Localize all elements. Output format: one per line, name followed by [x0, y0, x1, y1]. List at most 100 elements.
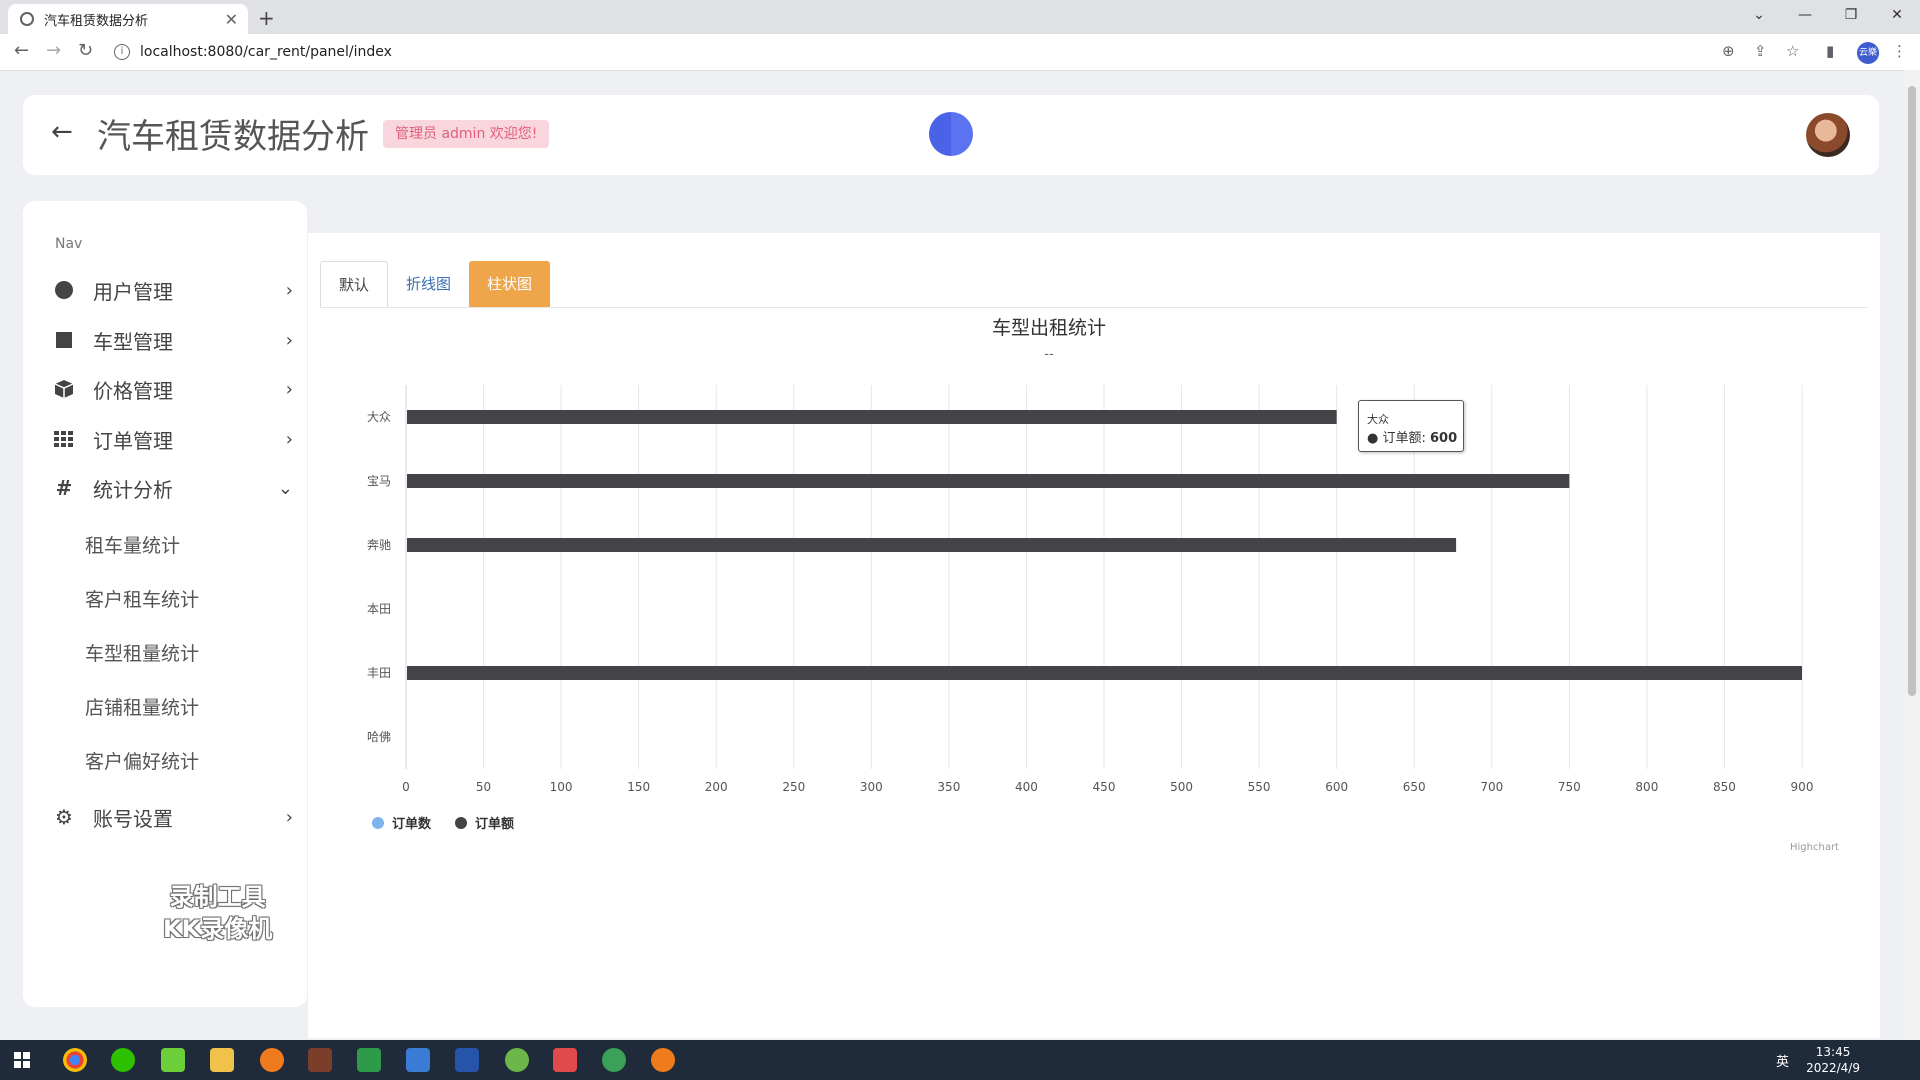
sidebar-subitem-rental-volume[interactable]: 租车量统计: [85, 531, 180, 558]
close-tab-icon[interactable]: ✕: [225, 10, 238, 29]
sidebar-item-price-management[interactable]: 价格管理 ›: [53, 374, 293, 404]
tab-search-icon[interactable]: ⌄: [1736, 0, 1782, 34]
y-category-label: 丰田: [367, 666, 391, 680]
bar-order-amount: [407, 666, 1802, 680]
x-tick-label: 350: [937, 780, 960, 794]
theme-toggle-icon[interactable]: [929, 112, 973, 156]
info-icon[interactable]: i: [114, 44, 130, 60]
square-icon: [53, 329, 75, 351]
y-category-label: 大众: [367, 410, 391, 424]
sidebar-item-account-settings[interactable]: ⚙ 账号设置 ›: [53, 802, 293, 832]
back-arrow-icon[interactable]: ←: [51, 117, 73, 147]
sidebar-item-statistics[interactable]: # 统计分析 ⌄: [53, 473, 293, 503]
menu-kebab-icon[interactable]: ⋮: [1892, 42, 1907, 60]
x-tick-label: 250: [782, 780, 805, 794]
new-tab-icon[interactable]: +: [258, 6, 275, 30]
user-avatar[interactable]: [1806, 113, 1850, 157]
x-tick-label: 850: [1713, 780, 1736, 794]
tooltip-category: 大众: [1367, 413, 1389, 426]
bookmark-star-icon[interactable]: ☆: [1786, 42, 1799, 60]
chrome-taskbar-icon[interactable]: [63, 1048, 87, 1072]
sidebar-item-user-management[interactable]: 用户管理 ›: [53, 275, 293, 305]
app4-taskbar-icon[interactable]: [553, 1048, 577, 1072]
x-tick-label: 100: [550, 780, 573, 794]
system-clock[interactable]: 13:45 2022/4/9: [1806, 1044, 1860, 1076]
close-window-icon[interactable]: ✕: [1874, 0, 1920, 34]
page-title: 汽车租赁数据分析: [97, 117, 369, 157]
chevron-right-icon: ›: [285, 806, 293, 828]
y-category-label: 宝马: [367, 474, 391, 488]
notepad-taskbar-icon[interactable]: [357, 1048, 381, 1072]
side-panel-icon[interactable]: ▮: [1826, 42, 1834, 60]
bar-order-amount: [407, 474, 1570, 488]
spring-taskbar-icon[interactable]: [505, 1048, 529, 1072]
zoom-icon[interactable]: ⊕: [1722, 42, 1735, 60]
sidebar-subitem-customer-preference[interactable]: 客户偏好统计: [85, 747, 199, 774]
sidebar-item-label: 订单管理: [93, 428, 173, 453]
chevron-right-icon: ›: [285, 329, 293, 351]
watermark-line: KK录像机: [163, 915, 273, 943]
legend-item-order-count[interactable]: 订单数: [372, 813, 431, 832]
sidebar-item-order-management[interactable]: 订单管理 ›: [53, 424, 293, 454]
hash-icon: #: [55, 476, 73, 500]
chevron-right-icon: ›: [285, 378, 293, 400]
back-nav-icon[interactable]: ←: [14, 40, 29, 61]
x-tick-label: 50: [476, 780, 491, 794]
forward-nav-icon[interactable]: →: [46, 40, 61, 61]
sidebar-subitem-car-type-rental[interactable]: 车型租量统计: [85, 639, 199, 666]
sidebar-item-label: 车型管理: [93, 329, 173, 354]
app2-taskbar-icon[interactable]: [406, 1048, 430, 1072]
gear-icon: ⚙: [55, 805, 73, 829]
sidebar-subitem-store-rental[interactable]: 店铺租量统计: [85, 693, 199, 720]
grid-icon: [53, 428, 75, 450]
windows-start-icon[interactable]: [14, 1052, 30, 1068]
chevron-down-icon: ⌄: [277, 477, 293, 499]
sidebar-item-car-type-management[interactable]: 车型管理 ›: [53, 325, 293, 355]
search-taskbar-icon[interactable]: [260, 1048, 284, 1072]
sidebar-item-label: 统计分析: [93, 477, 173, 502]
app3-taskbar-icon[interactable]: [455, 1048, 479, 1072]
profile-avatar[interactable]: 云樂: [1857, 42, 1879, 64]
url-field[interactable]: i localhost:8080/car_rent/panel/index: [108, 39, 1788, 65]
browser-tab[interactable]: 汽车租赁数据分析 ✕: [8, 4, 248, 34]
intellij-taskbar-icon[interactable]: [308, 1048, 332, 1072]
recorder-watermark: 录制工具 KK录像机: [163, 881, 272, 945]
globe-icon: [20, 12, 34, 26]
nav-label: Nav: [55, 236, 83, 252]
url-text: localhost:8080/car_rent/panel/index: [140, 44, 392, 60]
restore-icon[interactable]: ❐: [1828, 0, 1874, 34]
browser-tabbar: 汽车租赁数据分析 ✕ + ⌄ — ❐ ✕: [0, 0, 1920, 34]
wechat-taskbar-icon[interactable]: [111, 1048, 135, 1072]
tooltip-series: 订单额: [1382, 431, 1422, 446]
browser2-taskbar-icon[interactable]: [602, 1048, 626, 1072]
sidebar: Nav 用户管理 › 车型管理 › 价格管理 › 订单管理 › # 统计分析 ⌄…: [23, 201, 307, 1007]
chevron-right-icon: ›: [285, 279, 293, 301]
legend-item-order-amount[interactable]: 订单额: [455, 813, 514, 832]
sidebar-subitem-customer-rental[interactable]: 客户租车统计: [85, 585, 199, 612]
page-header: ← 汽车租赁数据分析 管理员 admin 欢迎您!: [23, 95, 1879, 175]
chart-credit[interactable]: Highchart: [1790, 842, 1839, 853]
page-scrollbar[interactable]: [1904, 70, 1920, 1040]
x-tick-label: 550: [1248, 780, 1271, 794]
address-bar-row: ← → ↻ i localhost:8080/car_rent/panel/in…: [0, 34, 1920, 71]
x-tick-label: 300: [860, 780, 883, 794]
admin-badge: 管理员 admin 欢迎您!: [383, 120, 550, 148]
minimize-icon[interactable]: —: [1782, 0, 1828, 34]
reload-icon[interactable]: ↻: [78, 40, 93, 61]
tooltip-value: 600: [1430, 431, 1458, 446]
ime-indicator[interactable]: 英: [1776, 1051, 1789, 1070]
browser-tab-title: 汽车租赁数据分析: [44, 13, 149, 29]
bar-order-amount: [407, 538, 1457, 552]
folder-taskbar-icon[interactable]: [210, 1048, 234, 1072]
recorder-taskbar-icon[interactable]: [651, 1048, 675, 1072]
x-tick-label: 450: [1093, 780, 1116, 794]
os-taskbar: 13:45 2022/4/9 英: [0, 1040, 1920, 1080]
tooltip-value-row: ● 订单额: 600: [1367, 431, 1458, 446]
sidebar-item-label: 价格管理: [93, 378, 173, 403]
legend-label: 订单额: [475, 817, 515, 832]
app-taskbar-icon[interactable]: [161, 1048, 185, 1072]
scrollbar-thumb[interactable]: [1908, 86, 1916, 696]
sidebar-item-label: 账号设置: [93, 806, 173, 831]
share-icon[interactable]: ⇪: [1754, 42, 1767, 60]
x-tick-label: 600: [1325, 780, 1348, 794]
